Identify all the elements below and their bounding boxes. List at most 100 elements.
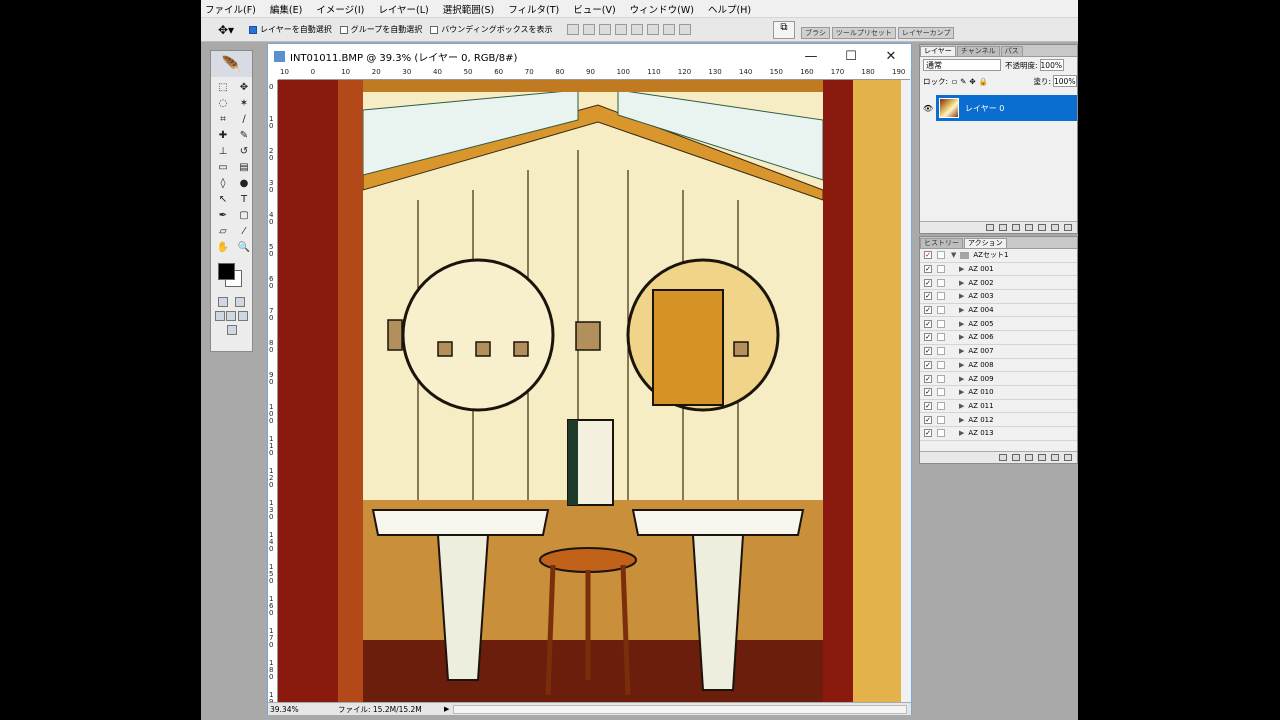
toggle-item-icon[interactable]: ✓ xyxy=(924,292,932,301)
align-right-icon[interactable] xyxy=(646,24,659,35)
layer-comps-tab[interactable]: レイヤーカンプ xyxy=(897,27,955,39)
toggle-item-icon[interactable]: ✓ xyxy=(924,306,932,315)
dialog-toggle[interactable] xyxy=(937,374,945,383)
file-browser-icon[interactable]: ⧉ xyxy=(773,21,795,39)
menu-help[interactable]: ヘルプ(H) xyxy=(708,2,751,16)
dialog-toggle[interactable] xyxy=(937,360,945,369)
chevron-right-icon[interactable]: ▶ xyxy=(959,306,964,314)
move-tool-icon[interactable]: ✥ xyxy=(235,81,253,95)
add-mask-icon[interactable] xyxy=(1012,224,1020,231)
action-row[interactable]: ✓ ▶ AZ 009 xyxy=(920,372,1077,386)
distribute-icon[interactable] xyxy=(662,24,675,35)
auto-select-layer-checkbox[interactable]: レイヤーを自動選択 xyxy=(249,24,332,35)
document-titlebar[interactable]: INT01011.BMP @ 39.3% (レイヤー 0, RGB/8#) — … xyxy=(268,44,911,68)
align-center-icon[interactable] xyxy=(630,24,643,35)
align-bottom-icon[interactable] xyxy=(598,24,611,35)
toggle-item-icon[interactable]: ✓ xyxy=(924,388,932,397)
chevron-right-icon[interactable]: ▶ xyxy=(959,375,964,383)
standard-mode-icon[interactable] xyxy=(217,297,228,307)
visibility-eye-icon[interactable]: 👁 xyxy=(920,104,936,113)
chevron-right-icon[interactable]: ▶ xyxy=(959,416,964,424)
tab-channels[interactable]: チャンネル xyxy=(956,46,1000,56)
action-row[interactable]: ✓ ▶ AZ 003 xyxy=(920,290,1077,304)
dialog-toggle[interactable] xyxy=(937,292,945,301)
image-canvas[interactable] xyxy=(278,80,901,702)
fill-input[interactable]: 100% xyxy=(1053,75,1077,87)
layer-style-icon[interactable] xyxy=(999,224,1007,231)
brush-tool-icon[interactable]: ✎ xyxy=(235,129,253,143)
menu-view[interactable]: ビュー(V) xyxy=(573,2,615,16)
lock-icons[interactable]: ▫✎✥🔒 xyxy=(952,77,991,86)
screen-mode-icon[interactable] xyxy=(226,311,237,321)
toggle-item-icon[interactable]: ✓ xyxy=(924,333,932,342)
toggle-item-icon[interactable]: ✓ xyxy=(924,401,932,410)
notes-tool-icon[interactable]: ▱ xyxy=(214,225,232,239)
auto-select-group-checkbox[interactable]: グループを自動選択 xyxy=(339,24,422,35)
action-row[interactable]: ✓ ▶ AZ 007 xyxy=(920,345,1077,359)
toggle-item-icon[interactable]: ✓ xyxy=(924,415,932,424)
history-brush-icon[interactable]: ↺ xyxy=(235,145,253,159)
new-set-icon[interactable] xyxy=(1038,454,1046,461)
toggle-item-icon[interactable]: ✓ xyxy=(924,429,932,438)
crop-tool-icon[interactable]: ⌗ xyxy=(214,113,232,127)
action-row[interactable]: ✓ ▶ AZ 013 xyxy=(920,427,1077,441)
dialog-toggle[interactable] xyxy=(937,278,945,287)
minimize-button[interactable]: — xyxy=(791,49,831,64)
chevron-right-icon[interactable]: ▶ xyxy=(959,361,964,369)
align-top-icon[interactable] xyxy=(566,24,579,35)
new-action-icon[interactable] xyxy=(1051,454,1059,461)
zoom-level[interactable]: 39.34% xyxy=(268,705,308,714)
move-tool-preset-icon[interactable]: ✥▾ xyxy=(211,21,241,39)
menu-window[interactable]: ウィンドウ(W) xyxy=(630,2,694,16)
brush-tab[interactable]: ブラシ xyxy=(801,27,830,39)
new-group-icon[interactable] xyxy=(1038,224,1046,231)
dialog-toggle[interactable] xyxy=(937,401,945,410)
tab-paths[interactable]: パス xyxy=(1000,46,1023,56)
tab-history[interactable]: ヒストリー xyxy=(920,238,963,248)
toggle-item-icon[interactable]: ✓ xyxy=(924,319,932,328)
horizontal-ruler[interactable]: 10 0 10 20 30 40 50 60 70 80 90 100 110 120 130 140 150 1… xyxy=(278,68,910,80)
chevron-right-icon[interactable]: ▶ xyxy=(959,429,964,437)
chevron-right-icon[interactable]: ▶ xyxy=(959,347,964,355)
new-layer-icon[interactable] xyxy=(1051,224,1059,231)
horizontal-scrollbar[interactable] xyxy=(453,704,907,714)
trash-icon[interactable] xyxy=(1064,224,1072,231)
healing-brush-icon[interactable]: ✚ xyxy=(214,129,232,143)
close-button[interactable]: ✕ xyxy=(871,49,911,64)
dialog-toggle[interactable] xyxy=(937,388,945,397)
toggle-item-icon[interactable]: ✓ xyxy=(924,251,932,260)
action-row[interactable]: ✓ ▶ AZ 012 xyxy=(920,413,1077,427)
action-row[interactable]: ✓ ▶ AZ 008 xyxy=(920,359,1077,373)
screen-mode-icon[interactable] xyxy=(238,311,249,321)
blend-mode-select[interactable]: 通常 xyxy=(923,59,1001,71)
menu-image[interactable]: イメージ(I) xyxy=(316,2,364,16)
action-row[interactable]: ✓ ▶ AZ 002 xyxy=(920,276,1077,291)
distribute-icon[interactable] xyxy=(678,24,691,35)
foreground-color-swatch[interactable] xyxy=(218,263,235,280)
selected-layer[interactable]: レイヤー 0 xyxy=(936,95,1077,121)
stop-icon[interactable] xyxy=(999,454,1007,461)
magic-wand-icon[interactable]: ✶ xyxy=(235,97,253,111)
dialog-toggle[interactable] xyxy=(937,319,945,328)
pen-tool-icon[interactable]: ✒ xyxy=(214,209,232,223)
imageready-icon[interactable] xyxy=(226,325,237,335)
quick-mask-icon[interactable] xyxy=(235,297,246,307)
gradient-tool-icon[interactable]: ▤ xyxy=(235,161,253,175)
dialog-toggle[interactable] xyxy=(937,347,945,356)
chevron-right-icon[interactable]: ▶ xyxy=(959,402,964,410)
action-row[interactable]: ✓ ▶ AZ 001 xyxy=(920,263,1077,277)
tool-presets-tab[interactable]: ツールプリセット xyxy=(831,27,896,39)
lasso-tool-icon[interactable]: ◌ xyxy=(214,97,232,111)
shape-tool-icon[interactable]: ▢ xyxy=(235,209,253,223)
marquee-tool-icon[interactable]: ⬚ xyxy=(214,81,232,95)
dialog-toggle[interactable] xyxy=(937,333,945,342)
chevron-right-icon[interactable]: ▶ xyxy=(959,320,964,328)
chevron-right-icon[interactable]: ▶ xyxy=(959,279,964,287)
adjustment-layer-icon[interactable] xyxy=(1025,224,1033,231)
dialog-toggle[interactable] xyxy=(937,265,945,274)
zoom-tool-icon[interactable]: 🔍 xyxy=(235,241,253,255)
adobe-feather-icon[interactable]: 🪶 xyxy=(211,51,252,77)
opacity-input[interactable]: 100% xyxy=(1039,59,1064,71)
action-set-row[interactable]: ✓ ▼ AZセット1 xyxy=(920,249,1077,263)
toggle-item-icon[interactable]: ✓ xyxy=(924,360,932,369)
